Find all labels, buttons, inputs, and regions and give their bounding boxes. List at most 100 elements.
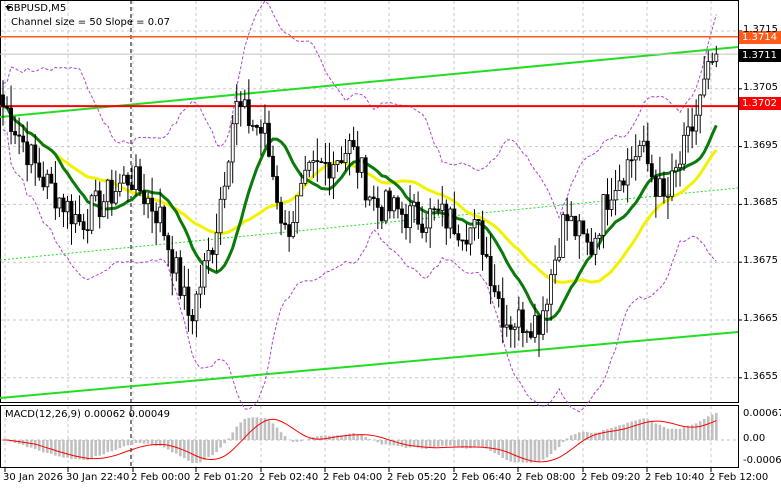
candle-bearish [585,233,590,243]
candle-bearish [488,255,493,287]
candle-bullish [682,134,686,165]
candle-bullish [134,166,138,190]
candle-bearish [400,208,404,215]
time-tick-label: 2 Feb 02:40 [259,472,319,483]
candle-bullish [408,205,412,229]
candle-bearish [41,176,46,188]
current-price-tag: 1.3711 [739,49,781,62]
candle-bearish [283,222,288,226]
macd-histogram-bar [215,440,218,453]
macd-histogram-bar [267,420,271,440]
macd-histogram-bar [126,440,130,446]
candle-bullish [392,197,396,212]
candle-bearish [496,291,501,299]
candle-bullish [633,156,638,161]
candle-bullish [234,101,239,125]
candle-bullish [541,310,545,335]
macd-histogram-bar [642,418,646,440]
candle-bearish [254,125,259,128]
candle-bullish [89,195,94,231]
price-tick-label: 1.3715 [743,24,778,35]
candle-bullish [367,196,372,201]
candle-bearish [49,173,54,184]
price-tick-label: 1.3675 [743,255,778,267]
macd-histogram-bar [183,440,186,459]
candle-bearish [573,215,578,237]
candle-bearish [662,178,666,197]
macd-histogram-bar [577,432,581,440]
candle-bullish [331,164,336,179]
macd-histogram-bar [694,423,698,440]
candle-bullish [57,197,62,209]
macd-histogram-bar [594,432,597,440]
candle-bearish [1,94,5,107]
macd-histogram-bar [477,440,480,447]
candle-bullish [299,182,304,197]
candle-bullish [557,256,562,261]
candle-bullish [428,208,433,229]
macd-histogram-bar [569,435,573,440]
candle-bullish [593,237,598,255]
macd-histogram-bar [654,423,658,440]
candle-bullish [158,206,163,224]
candle-bullish [512,326,517,330]
time-tick-label: 2 Feb 10:40 [645,472,705,483]
candle-bearish [279,201,283,224]
macd-histogram-bar [509,440,513,462]
candle-bullish [206,250,211,262]
macd-histogram-bar [348,433,351,440]
candle-bearish [520,309,525,334]
candle-bullish [101,201,106,218]
macd-histogram-bar [360,434,363,440]
candle-bullish [335,160,340,166]
macd-histogram-bar [497,440,500,456]
candle-bearish [645,140,650,165]
candle-bearish [150,197,155,212]
candle-bullish [412,201,416,207]
macd-histogram-bar [384,440,388,445]
candle-bearish [37,162,42,178]
macd-histogram-bar [158,440,162,446]
macd-histogram-bar [634,420,638,440]
candle-bullish [29,144,34,166]
macd-histogram-bar [706,416,710,440]
candle-bullish [113,190,118,204]
candle-bearish [371,196,376,199]
chart-symbol-title: GBPUSD,M5 [6,3,67,14]
macd-histogram-bar [259,417,263,440]
candle-bearish [109,179,114,204]
candle-bullish [311,160,316,163]
macd-histogram-bar [440,440,444,446]
candle-bullish [291,221,296,237]
candle-bearish [69,200,74,225]
macd-histogram-bar [114,440,118,450]
candle-bullish [625,159,630,186]
candle-bearish [327,162,332,179]
macd-histogram-bar [146,440,150,444]
candle-bearish [77,214,82,223]
candle-bearish [690,126,695,132]
candle-bearish [33,144,38,164]
candle-bullish [194,293,199,322]
macd-histogram-bar [517,440,521,462]
macd-histogram-bar [150,440,154,445]
macd-histogram-bar [686,425,690,440]
macd-histogram-bar [702,418,706,440]
candle-bearish [355,146,360,173]
macd-histogram-bar [187,440,190,461]
macd-histogram-bar [626,422,629,440]
macd-histogram-bar [666,428,670,440]
candle-bearish [480,220,485,255]
candle-bearish [238,101,243,108]
macd-histogram-bar [239,422,243,440]
candle-bearish [142,190,146,205]
macd-histogram-bar [134,440,138,443]
macd-histogram-bar [122,440,126,447]
candle-bearish [589,241,594,255]
candle-bearish [61,197,66,213]
candle-bearish [154,210,159,224]
candle-bullish [613,190,618,201]
candle-bullish [533,315,537,338]
macd-histogram-bar [58,440,61,457]
candle-bullish [105,179,110,203]
